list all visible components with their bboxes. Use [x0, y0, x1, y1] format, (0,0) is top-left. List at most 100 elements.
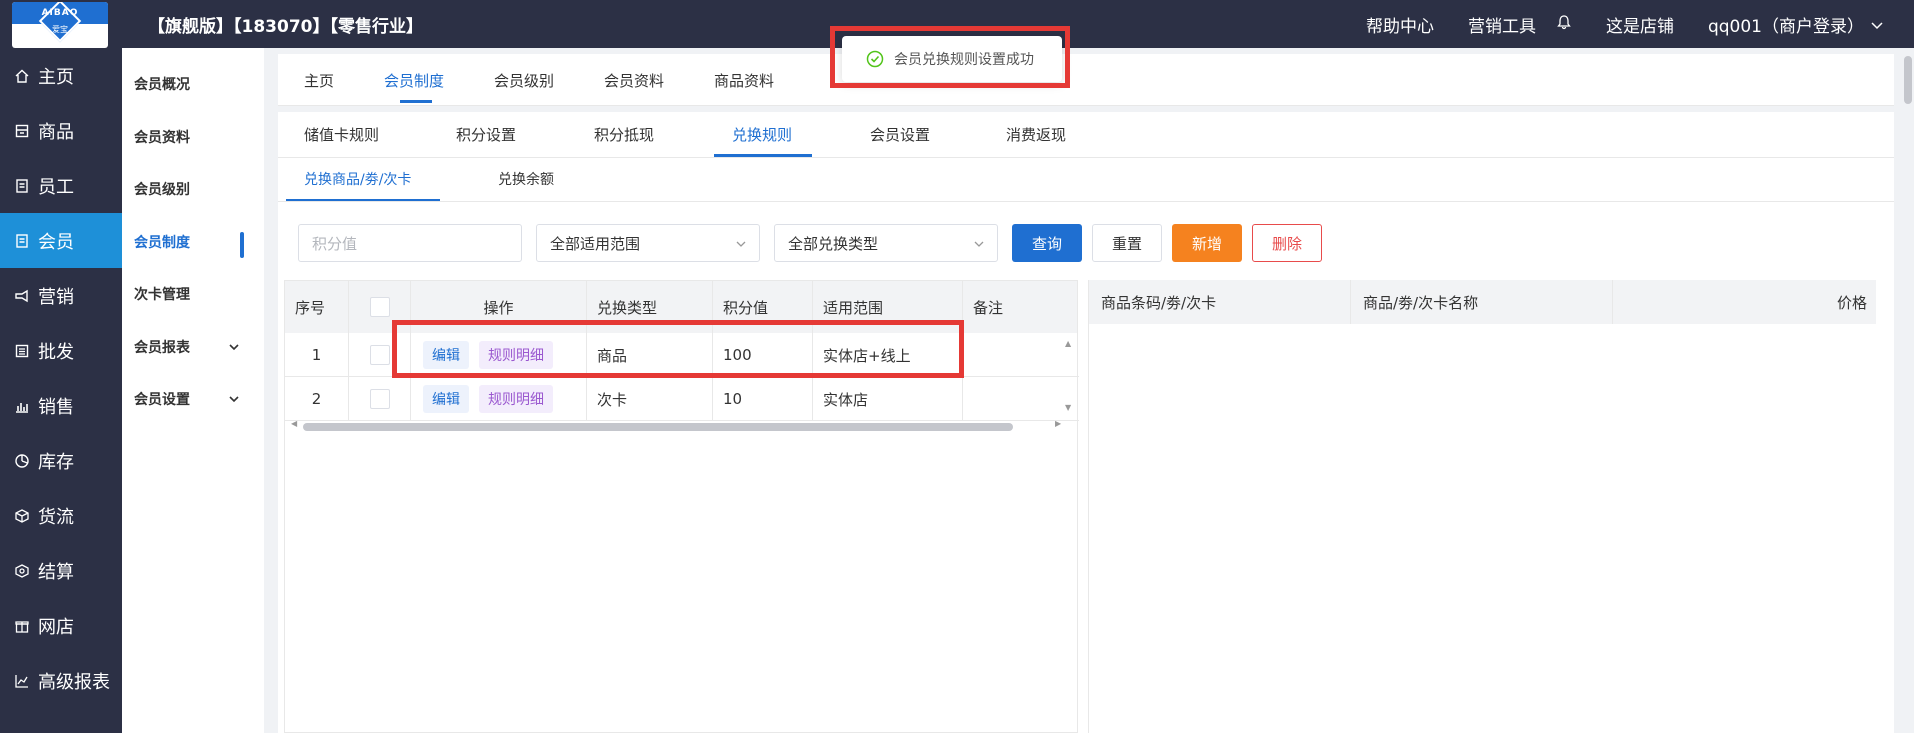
nav-item-marketing[interactable]: 营销: [0, 268, 122, 323]
subnav-label: 会员报表: [134, 339, 190, 356]
tab-member-settings[interactable]: 会员设置: [870, 124, 930, 145]
nav-item-advanced-reports[interactable]: 高级报表: [0, 653, 122, 708]
scroll-left-arrow[interactable]: ◀: [291, 419, 297, 428]
tab-exchange-balance[interactable]: 兑换余额: [498, 169, 554, 189]
nav-label: 营销: [38, 286, 74, 308]
row-select: [349, 377, 411, 421]
help-center-link[interactable]: 帮助中心: [1366, 12, 1434, 37]
tab-member-system[interactable]: 会员制度: [384, 70, 444, 103]
col-no: 序号: [285, 281, 349, 333]
nav-label: 高级报表: [38, 671, 110, 693]
marketing-tools-link[interactable]: 营销工具: [1468, 12, 1536, 37]
rule-tabs: 储值卡规则 积分设置 积分抵现 兑换规则 会员设置 消费返现: [278, 112, 1894, 158]
tab-member-level[interactable]: 会员级别: [494, 70, 554, 91]
home-icon: [15, 69, 29, 83]
edit-button[interactable]: 编辑: [423, 385, 469, 413]
tab-exchange-rules[interactable]: 兑换规则: [713, 124, 813, 157]
tab-home[interactable]: 主页: [304, 70, 334, 91]
member-subnav: 会员概况 会员资料 会员级别 会员制度 次卡管理 会员报表 会员设置: [122, 48, 264, 733]
row-actions: 编辑 规则明细: [411, 377, 587, 421]
detail-table-header: 商品条码/劵/次卡 商品/劵/次卡名称 价格: [1089, 280, 1876, 324]
megaphone-icon: [15, 289, 28, 302]
page-scrollbar[interactable]: [1904, 56, 1912, 104]
tab-cashback[interactable]: 消费返现: [1006, 124, 1066, 145]
nav-label: 销售: [38, 396, 74, 418]
product-icon: [15, 124, 29, 137]
row-points: 10: [713, 377, 813, 421]
row-scope: 实体店: [813, 377, 963, 421]
line-chart-icon: [15, 674, 28, 688]
scroll-up-arrow[interactable]: ▲: [1065, 339, 1071, 348]
subnav-member-reports[interactable]: 会员报表: [122, 321, 264, 374]
horizontal-scrollbar[interactable]: [303, 423, 1013, 431]
row-checkbox[interactable]: [369, 389, 390, 409]
chevron-down-icon: [736, 241, 746, 247]
row-no: 2: [285, 377, 349, 421]
subnav-member-info[interactable]: 会员资料: [122, 111, 264, 164]
query-button[interactable]: 查询: [1012, 224, 1082, 262]
logo[interactable]: AIBAO 爱宝: [12, 2, 108, 48]
logo-text: AIBAO: [41, 8, 79, 18]
tab-member-info[interactable]: 会员资料: [604, 70, 664, 91]
col-price: 价格: [1836, 293, 1867, 312]
nav-label: 网店: [38, 616, 74, 638]
notification-bell[interactable]: [1556, 14, 1572, 35]
main-content: 主页 会员制度 会员级别 会员资料 商品资料 储值卡规则 积分设置 积分抵现 兑…: [278, 54, 1894, 733]
add-button[interactable]: 新增: [1172, 224, 1242, 262]
member-icon: [16, 233, 28, 248]
gift-icon: [15, 620, 29, 633]
nav-label: 员工: [38, 176, 74, 198]
tab-points-settings[interactable]: 积分设置: [456, 124, 516, 145]
nav-item-home[interactable]: 主页: [0, 48, 122, 103]
col-item-name: 商品/劵/次卡名称: [1351, 280, 1613, 324]
table-row[interactable]: 2 编辑 规则明细 次卡 10 实体店: [285, 377, 1079, 421]
row-checkbox[interactable]: [369, 345, 390, 365]
nav-label: 批发: [38, 341, 74, 363]
subnav-member-level[interactable]: 会员级别: [122, 163, 264, 216]
nav-item-staff[interactable]: 员工: [0, 158, 122, 213]
type-select[interactable]: 全部兑换类型: [774, 224, 998, 262]
nav-item-inventory[interactable]: 库存: [0, 433, 122, 488]
rule-detail-button[interactable]: 规则明细: [479, 385, 553, 413]
col-note: 备注: [973, 298, 1004, 317]
nav-item-logistics[interactable]: 货流: [0, 488, 122, 543]
user-name: qq001（商户登录）: [1707, 17, 1864, 37]
nav-item-online-store[interactable]: 网店: [0, 598, 122, 653]
col-barcode: 商品条码/劵/次卡: [1089, 280, 1351, 324]
nav-item-sales[interactable]: 销售: [0, 378, 122, 433]
nav-item-wholesale[interactable]: 批发: [0, 323, 122, 378]
tab-exchange-goods[interactable]: 兑换商品/劵/次卡: [285, 169, 441, 201]
shop-name-link[interactable]: 这是店铺: [1606, 12, 1674, 37]
scroll-right-arrow[interactable]: ▶: [1055, 419, 1061, 428]
scope-select[interactable]: 全部适用范围: [536, 224, 760, 262]
scroll-down-arrow[interactable]: ▼: [1065, 403, 1071, 412]
reset-button[interactable]: 重置: [1092, 224, 1162, 262]
main-nav: 主页 商品 员工 会员 营销 批发 销售 库存 货流 结算 网店 高级报表: [0, 48, 122, 733]
nav-item-products[interactable]: 商品: [0, 103, 122, 158]
nav-label: 结算: [38, 561, 74, 583]
exchange-tabs: 兑换商品/劵/次卡 兑换余额: [278, 158, 1894, 202]
staff-icon: [16, 178, 28, 193]
tab-stored-value-rules[interactable]: 储值卡规则: [304, 124, 379, 145]
subnav-member-settings[interactable]: 会员设置: [122, 373, 264, 426]
chevron-down-icon: [1871, 21, 1883, 29]
tab-points-cash[interactable]: 积分抵现: [594, 124, 654, 145]
tab-product-info[interactable]: 商品资料: [714, 70, 774, 91]
row-type: 次卡: [587, 377, 713, 421]
subnav-card-management[interactable]: 次卡管理: [122, 268, 264, 321]
chevron-down-icon: [974, 241, 984, 247]
nav-item-settlement[interactable]: 结算: [0, 543, 122, 598]
user-menu[interactable]: qq001（商户登录）: [1708, 12, 1884, 37]
row-note: [963, 333, 1079, 377]
select-all-checkbox[interactable]: [369, 297, 390, 317]
highlight-box-row: [392, 320, 964, 378]
points-input[interactable]: 积分值: [298, 224, 522, 262]
page-tabs: 主页 会员制度 会员级别 会员资料 商品资料: [278, 54, 1894, 106]
subnav-member-system[interactable]: 会员制度: [122, 216, 264, 269]
delete-button[interactable]: 删除: [1252, 224, 1322, 262]
filter-bar: 积分值 全部适用范围 全部兑换类型 查询 重置 新增 删除: [284, 220, 1354, 280]
cube-icon: [15, 508, 29, 523]
subnav-overview[interactable]: 会员概况: [122, 58, 264, 111]
bell-icon: [1557, 15, 1571, 30]
nav-item-members[interactable]: 会员: [0, 213, 122, 268]
